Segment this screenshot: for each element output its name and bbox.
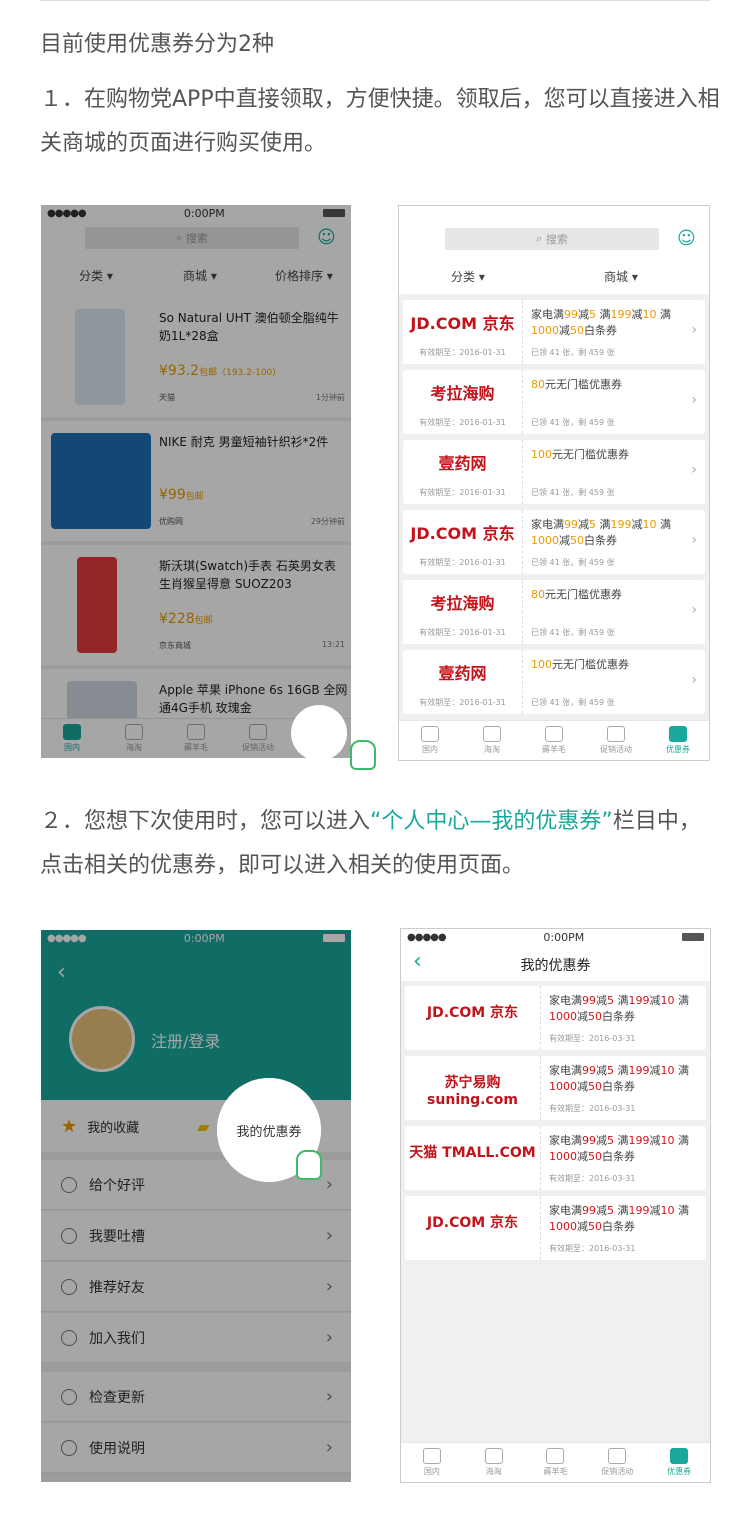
- tab-coupons[interactable]: 优惠券: [648, 1443, 710, 1482]
- plane-icon: [483, 726, 501, 742]
- top-divider: [40, 0, 710, 1]
- my-coupon-card[interactable]: JD.COM 京东 家电满99减5 满199减10 满 1000减50白条券 有效期至…: [405, 986, 706, 1050]
- coupon-details: 家电满99减5 满199减10 满 1000减50白条券 有效期至：2016-03-…: [549, 1204, 689, 1253]
- dim-overlay: [41, 930, 351, 1482]
- my-coupon-card[interactable]: 天猫 TMALL.COM 家电满99减5 满199减10 满 1000减50白条券有…: [405, 1126, 706, 1190]
- sheep-icon: [546, 1448, 565, 1464]
- highlight-circle: [291, 705, 347, 758]
- sheep-icon: [545, 726, 563, 742]
- phone-product-list: ●●●●● 0:00PM ⌕ 搜索 ☺ 分类 ▾ 商城 ▾ 价格排序 ▾ So …: [41, 205, 351, 758]
- status-bar: ●●●●● 0:00PM: [401, 929, 710, 945]
- tab-freebies[interactable]: 薅羊毛: [525, 1443, 587, 1482]
- tap-hand-icon: [350, 740, 376, 770]
- tab-bar: 国内 海淘 薅羊毛 促销活动 优惠券: [401, 1442, 710, 1482]
- chevron-right-icon: ›: [691, 532, 697, 548]
- filter-category[interactable]: 分类 ▾: [451, 268, 485, 285]
- chevron-right-icon: ›: [691, 672, 697, 688]
- coupon-icon: [669, 726, 687, 742]
- coupon-details: 家电满99减5 满199减10 满 1000减50白条券 有效期至：2016-03-…: [549, 1064, 689, 1113]
- search-icon: ⌕: [536, 232, 546, 245]
- tag-icon: [608, 1448, 627, 1464]
- tap-hand-icon: [296, 1150, 322, 1180]
- tab-promotions[interactable]: 促销活动: [586, 1443, 648, 1482]
- tab-freebies[interactable]: 薅羊毛: [523, 721, 585, 760]
- step2-text: ２．您想下次使用时，您可以进入“个人中心—我的优惠券”栏目中，点击相关的优惠券，…: [40, 809, 701, 878]
- chevron-right-icon: ›: [691, 322, 697, 338]
- tab-coupons[interactable]: 优惠券: [647, 721, 709, 760]
- phone-coupon-list: ⌕ 搜索 ☺ 分类 ▾ 商城 ▾ JD.COM 京东 有效期至：2016-01-3…: [398, 205, 710, 761]
- my-coupon-card[interactable]: JD.COM 京东 家电满99减5 满199减10 满 1000减50白条券 有效期至…: [405, 1196, 706, 1260]
- coupon-card[interactable]: 考拉海购 有效期至：2016-01-31 80元无门槛优惠券 已领 41 张，剩 45…: [403, 370, 705, 434]
- tab-overseas[interactable]: 海淘: [461, 721, 523, 760]
- tab-bar: 国内 海淘 薅羊毛 促销活动 优惠券: [399, 720, 709, 760]
- tab-promotions[interactable]: 促销活动: [585, 721, 647, 760]
- phone-profile: ●●●●● 0:00PM ‹ 注册/登录 ★ 我的收藏 ▰ 我的优惠券 给个好评…: [41, 930, 351, 1482]
- chevron-right-icon: ›: [691, 392, 697, 408]
- merchant-logo: 考拉海购 有效期至：2016-01-31: [403, 580, 523, 644]
- merchant-logo: 考拉海购 有效期至：2016-01-31: [403, 370, 523, 434]
- tab-overseas[interactable]: 海淘: [463, 1443, 525, 1482]
- coupon-card[interactable]: 壹药网 有效期至：2016-01-31 100元无门槛优惠券 已领 41 张，剩 45…: [403, 650, 705, 714]
- phone-my-coupons: ●●●●● 0:00PM ‹ 我的优惠券 JD.COM 京东 家电满99减5 满1…: [400, 928, 711, 1483]
- merchant-logo: 天猫 TMALL.COM: [405, 1126, 541, 1190]
- merchant-logo: 苏宁易购 suning.com: [405, 1056, 541, 1120]
- coupon-details: 80元无门槛优惠券 已领 41 张，剩 459 张 ›: [531, 588, 697, 637]
- merchant-logo: JD.COM 京东: [405, 986, 541, 1050]
- tag-icon: [607, 726, 625, 742]
- intro-text: 目前使用优惠券分为2种: [40, 32, 274, 57]
- home-icon: [422, 1448, 441, 1464]
- merchant-logo: 壹药网 有效期至：2016-01-31: [403, 440, 523, 504]
- coupon-details: 家电满99减5 满199减10 满 1000减50白条券 已领 41 张，剩 459…: [531, 518, 697, 567]
- coupon-card[interactable]: JD.COM 京东 有效期至：2016-01-31 家电满99减5 满199减10 …: [403, 510, 705, 574]
- chevron-right-icon: ›: [691, 462, 697, 478]
- filter-mall[interactable]: 商城 ▾: [604, 268, 638, 285]
- home-icon: [421, 726, 439, 742]
- dim-overlay: [41, 205, 351, 758]
- coupon-card[interactable]: JD.COM 京东 有效期至：2016-01-31 家电满99减5 满199减10 …: [403, 300, 705, 364]
- user-icon[interactable]: ☺: [677, 228, 696, 249]
- chevron-right-icon: ›: [691, 602, 697, 618]
- step1-text: １．在购物党APP中直接领取，方便快捷。领取后，您可以直接进入相关商城的页面进行…: [40, 87, 720, 156]
- plane-icon: [484, 1448, 503, 1464]
- tab-domestic[interactable]: 国内: [401, 1443, 463, 1482]
- coupon-details: 家电满99减5 满199减10 满 1000减50白条券 已领 41 张，剩 459…: [531, 308, 697, 357]
- page-title: 我的优惠券: [520, 958, 591, 974]
- coupon-icon: [670, 1448, 689, 1464]
- merchant-logo: JD.COM 京东 有效期至：2016-01-31: [403, 510, 523, 574]
- coupon-details: 家电满99减5 满199减10 满 1000减50白条券 有效期至：2016-03-…: [549, 1134, 689, 1183]
- coupon-card[interactable]: 壹药网 有效期至：2016-01-31 100元无门槛优惠券 已领 41 张，剩 45…: [403, 440, 705, 504]
- coupon-details: 家电满99减5 满199减10 满 1000减50白条券 有效期至：2016-03-…: [549, 994, 689, 1043]
- merchant-logo: JD.COM 京东 有效期至：2016-01-31: [403, 300, 523, 364]
- battery-icon: [682, 933, 704, 941]
- my-coupon-card[interactable]: 苏宁易购 suning.com 家电满99减5 满199减10 满 1000减50白…: [405, 1056, 706, 1120]
- coupon-details: 100元无门槛优惠券 已领 41 张，剩 459 张 ›: [531, 658, 697, 707]
- coupon-card[interactable]: 考拉海购 有效期至：2016-01-31 80元无门槛优惠券 已领 41 张，剩 45…: [403, 580, 705, 644]
- tab-domestic[interactable]: 国内: [399, 721, 461, 760]
- coupon-details: 80元无门槛优惠券 已领 41 张，剩 459 张 ›: [531, 378, 697, 427]
- search-input[interactable]: ⌕ 搜索: [445, 228, 659, 250]
- merchant-logo: 壹药网 有效期至：2016-01-31: [403, 650, 523, 714]
- merchant-logo: JD.COM 京东: [405, 1196, 541, 1260]
- coupon-details: 100元无门槛优惠券 已领 41 张，剩 459 张 ›: [531, 448, 697, 497]
